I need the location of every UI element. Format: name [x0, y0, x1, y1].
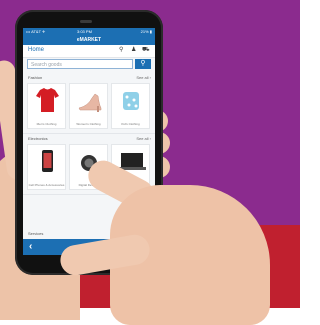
fashion-tiles: Men's Clothing Women's Clothing Kid's Cl… — [27, 83, 151, 129]
tile-cell-phones[interactable]: Cell Phones & Accessories — [27, 144, 66, 190]
app-title-bar: eMARKET — [23, 35, 155, 45]
tile-label: Kid's Clothing — [121, 122, 140, 126]
tile-kids-clothing[interactable]: Kid's Clothing — [111, 83, 150, 129]
search-icon: ⚲ — [140, 60, 146, 67]
search-icon[interactable]: ⚲ — [119, 47, 125, 53]
carrier-text: ••• AT&T ✈ — [26, 29, 46, 34]
cart-icon[interactable]: ⛟ — [142, 47, 150, 53]
status-bar: ••• AT&T ✈ 3:03 PM 21% ▮ — [23, 28, 155, 35]
search-button[interactable]: ⚲ — [135, 59, 151, 69]
section-divider — [23, 133, 155, 134]
chevron-left-icon[interactable]: ‹ — [29, 239, 32, 255]
section-title-third: Services — [28, 231, 44, 236]
smartphone-icon — [42, 150, 53, 172]
search-row: Search goods ⚲ — [23, 58, 155, 71]
home-label[interactable]: Home — [28, 47, 44, 53]
see-all-fashion[interactable]: See all › — [136, 75, 151, 80]
tile-label: Cell Phones & Accessories — [28, 183, 65, 187]
tile-label: Men's Clothing — [36, 122, 57, 126]
user-icon[interactable]: ♟ — [131, 47, 137, 53]
search-input[interactable]: Search goods — [27, 59, 133, 69]
app-title: eMARKET — [76, 37, 102, 43]
phone-speaker — [80, 20, 92, 23]
tile-mens-clothing[interactable]: Men's Clothing — [27, 83, 66, 129]
status-time: 3:03 PM — [77, 29, 92, 34]
high-heel-shoe-icon — [78, 93, 102, 112]
photo-scene: ••• AT&T ✈ 3:03 PM 21% ▮ eMARKET Home ⚲ … — [0, 0, 319, 325]
tile-womens-clothing[interactable]: Women's Clothing — [69, 83, 108, 129]
kids-clothes-icon — [123, 92, 139, 110]
home-header: Home ⚲ ♟ ⛟ — [23, 45, 155, 58]
section-title-fashion: Fashion — [28, 75, 43, 80]
section-title-electronics: Electronics — [28, 136, 48, 141]
red-shirt-icon — [36, 88, 59, 112]
battery-text: 21% ▮ — [140, 29, 152, 34]
see-all-electronics[interactable]: See all › — [136, 136, 151, 141]
tile-label: Women's Clothing — [76, 122, 101, 126]
